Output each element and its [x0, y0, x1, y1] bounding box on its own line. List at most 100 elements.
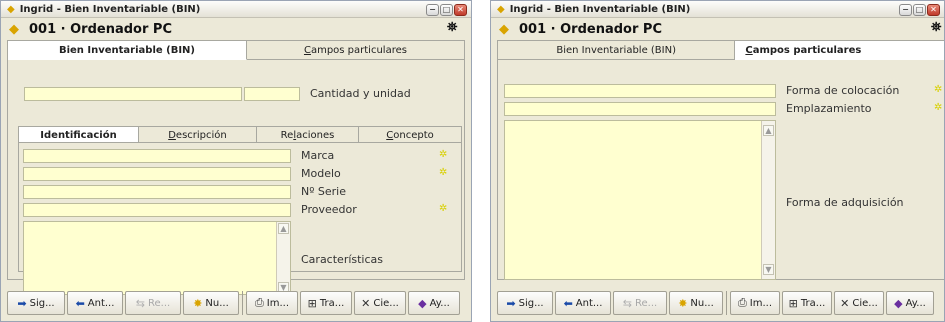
cantidad-label: Cantidad y unidad: [310, 87, 411, 100]
colocacion-field[interactable]: [504, 84, 776, 98]
button-label: Nu...: [690, 297, 714, 309]
tab-campos-particulares[interactable]: Campos particulares: [735, 41, 944, 60]
window-right: ◆ Ingrid - Bien Inventariable (BIN) − □ …: [490, 0, 945, 322]
new-icon: ✸: [193, 296, 203, 310]
arrow-left-icon: ⬅: [75, 296, 85, 310]
new-icon: ✸: [678, 296, 688, 310]
proveedor-label: Proveedor: [301, 203, 357, 216]
refresh-button[interactable]: ⇆ Re...: [125, 291, 181, 315]
maximize-button[interactable]: □: [440, 4, 453, 16]
button-label: Re...: [148, 297, 171, 309]
tab-descripcion[interactable]: Descripción: [139, 127, 257, 143]
arrow-left-button[interactable]: ⬅ Ant...: [67, 291, 123, 315]
main-panel: Bien Inventariable (BIN) Campos particul…: [497, 40, 944, 280]
arrow-right-icon: ➡: [17, 296, 27, 310]
transfer-icon: ⊞: [307, 296, 317, 310]
button-label: Sig...: [518, 297, 544, 309]
serie-label: Nº Serie: [301, 185, 347, 198]
main-tabs: Bien Inventariable (BIN) Campos particul…: [8, 41, 464, 60]
tab-bien-inventariable[interactable]: Bien Inventariable (BIN): [8, 41, 247, 60]
app-icon: ◆: [7, 3, 15, 15]
tab-relaciones[interactable]: Re l aciones: [257, 127, 359, 143]
help-icon: ◆: [418, 296, 427, 310]
button-label: Re...: [635, 297, 658, 309]
marca-field[interactable]: [23, 149, 291, 163]
record-icon: ◆: [499, 21, 509, 37]
refresh-icon: ⇆: [135, 296, 146, 310]
maximize-button[interactable]: □: [913, 4, 926, 16]
minimize-button[interactable]: −: [899, 4, 912, 16]
close-icon: ✕: [361, 296, 371, 310]
cantidad-field[interactable]: [24, 87, 242, 101]
caracteristicas-label: Características: [301, 253, 384, 266]
window-left: ◆ Ingrid - Bien Inventariable (BIN) − □ …: [0, 0, 472, 322]
window-title: Ingrid - Bien Inventariable (BIN): [509, 3, 691, 15]
transfer-button[interactable]: ⊞ Tra...: [300, 291, 352, 315]
button-label: Im...: [266, 297, 290, 309]
arrow-right-button[interactable]: ➡ Sig...: [7, 291, 65, 315]
required-icon: ✲: [439, 149, 448, 160]
button-label: Ant...: [87, 297, 115, 309]
toolbar-separator: [242, 291, 243, 315]
serie-field[interactable]: [23, 185, 291, 199]
print-button[interactable]: ⎙ Im...: [246, 291, 298, 315]
required-icon: ✲: [439, 167, 448, 178]
scrollbar[interactable]: ▲ ▼: [276, 222, 290, 294]
scroll-up-icon[interactable]: ▲: [278, 223, 289, 234]
app-icon: ◆: [497, 3, 505, 15]
tab-bien-inventariable[interactable]: Bien Inventariable (BIN): [498, 41, 736, 59]
new-button[interactable]: ✸ Nu...: [669, 291, 723, 315]
adquisicion-label: Forma de adquisición: [786, 196, 904, 209]
tab-campos-particulares[interactable]: Campos particulares: [246, 41, 464, 59]
close-button[interactable]: ✕ Cie...: [834, 291, 884, 315]
button-label: Tra...: [800, 297, 826, 309]
record-header: ◆ 001 · Ordenador PC ⛯: [491, 18, 944, 40]
print-button[interactable]: ⎙ Im...: [730, 291, 780, 315]
record-title: 001 · Ordenador PC: [519, 21, 662, 37]
new-button[interactable]: ✸ Nu...: [183, 291, 239, 315]
button-label: Tra...: [319, 297, 345, 309]
scroll-down-icon[interactable]: ▼: [763, 264, 774, 275]
scroll-up-icon[interactable]: ▲: [763, 125, 774, 136]
close-window-button[interactable]: ✕: [927, 4, 940, 16]
record-title: 001 · Ordenador PC: [29, 21, 172, 37]
button-bar: ➡ Sig... ⬅ Ant... ⇆ Re... ✸ Nu... ⎙ Im... ⊞ Tra... ✕…: [491, 285, 944, 321]
emplazamiento-field[interactable]: [504, 102, 776, 116]
help-button[interactable]: ◆ Ay...: [886, 291, 934, 315]
required-icon: ✲: [934, 102, 943, 113]
close-button[interactable]: ✕ Cie...: [354, 291, 406, 315]
adquisicion-textarea[interactable]: ▲ ▼: [504, 120, 776, 280]
button-label: Cie...: [373, 297, 399, 309]
required-icon: ✲: [934, 84, 943, 95]
scrollbar[interactable]: ▲ ▼: [761, 121, 775, 279]
identificacion-panel: Marca ✲ Modelo ✲ Nº Serie Proveedor ✲ ▲ …: [18, 142, 462, 295]
help-button[interactable]: ◆ Ay...: [408, 291, 460, 315]
proveedor-field[interactable]: [23, 203, 291, 217]
arrow-left-button[interactable]: ⬅ Ant...: [555, 291, 611, 315]
transfer-button[interactable]: ⊞ Tra...: [782, 291, 832, 315]
arrow-right-button[interactable]: ➡ Sig...: [497, 291, 553, 315]
caracteristicas-textarea[interactable]: ▲ ▼: [23, 221, 291, 295]
help-icon: ◆: [894, 296, 903, 310]
unidad-field[interactable]: [244, 87, 300, 101]
title-bar: ◆ Ingrid - Bien Inventariable (BIN) − □ …: [1, 1, 471, 18]
minimize-button[interactable]: −: [426, 4, 439, 16]
emplazamiento-label: Emplazamiento: [786, 102, 872, 115]
search-icon[interactable]: ⛯: [447, 20, 457, 35]
button-label: Im...: [749, 297, 773, 309]
sub-tabs: Identificación Descripción Re l aciones Co…: [18, 126, 462, 144]
tab-concepto[interactable]: Concepto: [359, 127, 461, 143]
close-window-button[interactable]: ✕: [454, 4, 467, 16]
button-label: Ay...: [905, 297, 926, 309]
title-bar: ◆ Ingrid - Bien Inventariable (BIN) − □ …: [491, 1, 944, 18]
refresh-icon: ⇆: [622, 296, 633, 310]
transfer-icon: ⊞: [788, 296, 798, 310]
button-label: Ant...: [575, 297, 603, 309]
record-icon: ◆: [9, 21, 19, 37]
button-label: Sig...: [29, 297, 55, 309]
modelo-field[interactable]: [23, 167, 291, 181]
refresh-button[interactable]: ⇆ Re...: [613, 291, 667, 315]
search-icon[interactable]: ⛯: [931, 20, 941, 35]
marca-label: Marca: [301, 149, 335, 162]
required-icon: ✲: [439, 203, 448, 214]
